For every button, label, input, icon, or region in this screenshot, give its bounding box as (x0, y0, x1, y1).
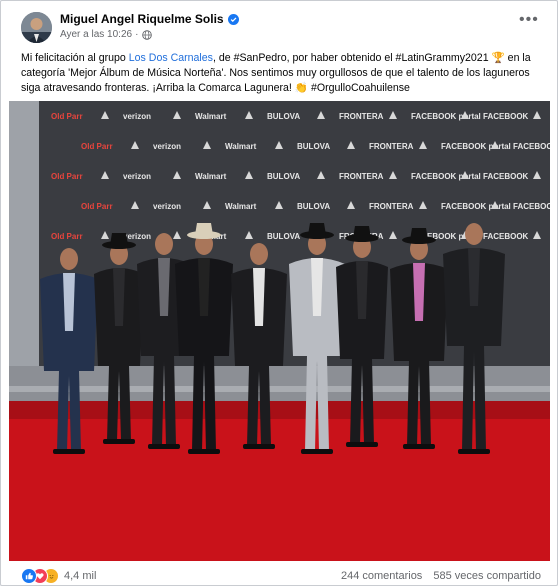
post-meta: Ayer a las 10:26 · (60, 29, 153, 40)
post-footer: 4,4 mil 244 comentarios 585 veces compar… (1, 567, 557, 585)
backdrop-logo: FACEBOOK (513, 142, 550, 151)
backdrop-logo: FACEBOOK (483, 232, 529, 241)
backdrop-logo: Old Parr (81, 142, 113, 151)
engagement-stats: 244 comentarios 585 veces compartido (341, 570, 541, 582)
backdrop-logo: Old Parr (81, 202, 113, 211)
author-name[interactable]: Miguel Angel Riquelme Solis (60, 12, 239, 26)
post-text-segment: #OrgulloCoahuilense (308, 82, 410, 94)
backdrop-logo: FRONTERA (369, 202, 414, 211)
backdrop-logo: FACEBOOK portal (411, 172, 481, 181)
backdrop-logo: verizon (123, 172, 151, 181)
post-text-segment: , de #SanPedro, por haber obtenido el #L… (212, 52, 492, 64)
like-reaction-icon (21, 568, 37, 584)
meta-separator: · (135, 29, 139, 40)
post-timestamp[interactable]: Ayer a las 10:26 (60, 29, 132, 40)
post-text-segment: 👏 (294, 82, 309, 94)
backdrop-logo: FRONTERA (369, 142, 414, 151)
backdrop-logo: Old Parr (51, 232, 83, 241)
backdrop-logo: Walmart (195, 112, 227, 121)
backdrop-logo: FACEBOOK (483, 112, 529, 121)
red-carpet-photo: Old Parr verizon Walmart BULOVA FRONTERA FACE… (9, 101, 550, 561)
backdrop-logo: BULOVA (267, 172, 300, 181)
reaction-count[interactable]: 4,4 mil (64, 570, 96, 582)
backdrop-logo: Walmart (225, 202, 257, 211)
author-avatar[interactable] (21, 12, 52, 43)
backdrop-logo: verizon (153, 202, 181, 211)
globe-icon (142, 29, 153, 40)
backdrop-logo: verizon (123, 232, 151, 241)
backdrop-logo: Old Parr (51, 172, 83, 181)
post-text-segment: Mi felicitación al grupo (21, 52, 129, 64)
backdrop-logo: Walmart (195, 172, 227, 181)
backdrop-logo: FACEBOOK (483, 172, 529, 181)
backdrop-logo: BULOVA (297, 142, 330, 151)
post-photo[interactable]: Old Parr verizon Walmart BULOVA FRONTERA FACE… (9, 101, 550, 561)
author-name-text[interactable]: Miguel Angel Riquelme Solis (60, 12, 224, 26)
backdrop-logo: verizon (153, 142, 181, 151)
shares-count[interactable]: 585 veces compartido (433, 570, 541, 582)
backdrop-logo: FRONTERA (339, 112, 384, 121)
reaction-summary[interactable]: 4,4 mil (21, 568, 96, 584)
backdrop-logo: Walmart (225, 142, 257, 151)
backdrop-logo: FACEBOOK portal (441, 202, 511, 211)
comments-count[interactable]: 244 comentarios (341, 570, 422, 582)
post-text-segment: 🏆 (491, 52, 505, 64)
backdrop-logo: Old Parr (51, 112, 83, 121)
post-header: Miguel Angel Riquelme Solis Ayer a las 1… (1, 1, 557, 45)
post-text: Mi felicitación al grupo Los Dos Carnale… (21, 51, 541, 96)
verified-badge-icon (227, 13, 239, 25)
group-link[interactable]: Los Dos Carnales (129, 52, 213, 64)
backdrop-logo: FRONTERA (339, 172, 384, 181)
post-card: Miguel Angel Riquelme Solis Ayer a las 1… (0, 0, 558, 586)
more-options-icon[interactable]: ••• (519, 12, 538, 29)
backdrop-logo: FACEBOOK (513, 202, 550, 211)
backdrop-logo: verizon (123, 112, 151, 121)
backdrop-logo: FACEBOOK portal (441, 142, 511, 151)
backdrop-logo: BULOVA (267, 232, 300, 241)
backdrop-logo: BULOVA (267, 112, 300, 121)
backdrop-logo: FACEBOOK portal (411, 112, 481, 121)
backdrop-logo: BULOVA (297, 202, 330, 211)
